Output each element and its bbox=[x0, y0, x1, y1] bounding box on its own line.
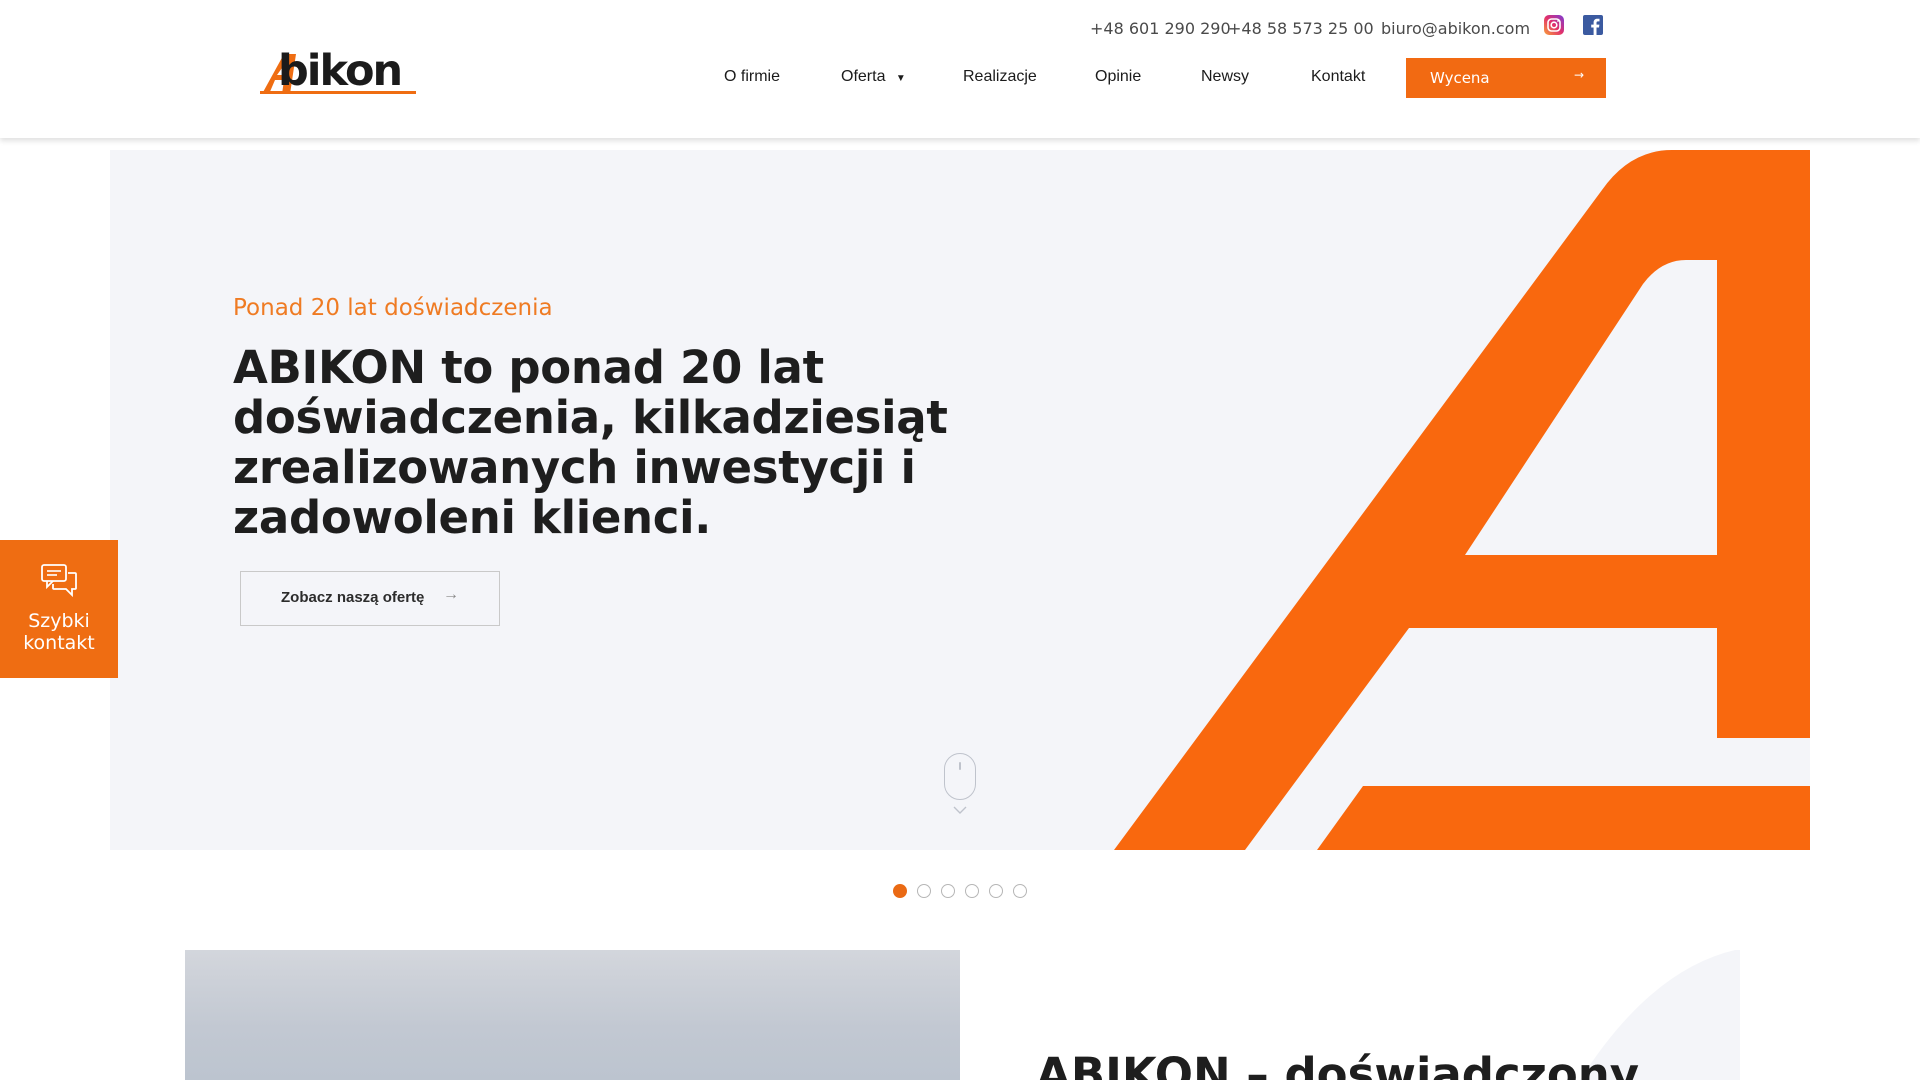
email-link[interactable]: biuro@abikon.com bbox=[1381, 19, 1530, 38]
slider-dot-4[interactable] bbox=[965, 884, 979, 898]
section-title: ABIKON – doświadczony bbox=[1036, 1048, 1640, 1080]
instagram-icon[interactable] bbox=[1544, 15, 1564, 35]
slider-dot-5[interactable] bbox=[989, 884, 1003, 898]
wycena-button[interactable]: Wycena → bbox=[1406, 58, 1606, 98]
quick-contact-button[interactable]: Szybki kontakt bbox=[0, 540, 118, 678]
chat-bubbles-icon bbox=[41, 564, 77, 598]
quick-contact-label: Szybki kontakt bbox=[0, 610, 118, 654]
nav-opinie[interactable]: Opinie bbox=[1095, 68, 1141, 86]
phone-1[interactable]: +48 601 290 290 bbox=[1090, 19, 1231, 38]
logo-text: bikon bbox=[278, 46, 403, 96]
section-photo bbox=[185, 950, 960, 1080]
site-header: bikon +48 601 290 290 +48 58 573 25 00 b… bbox=[0, 0, 1920, 138]
chevron-down-icon bbox=[953, 806, 967, 814]
nav-newsy[interactable]: Newsy bbox=[1201, 68, 1249, 86]
see-offer-button[interactable]: Zobacz naszą ofertę → bbox=[240, 571, 500, 626]
arrow-right-icon: → bbox=[443, 586, 459, 603]
nav-realizacje[interactable]: Realizacje bbox=[963, 68, 1037, 86]
quick-contact-line1: Szybki bbox=[28, 610, 90, 632]
slider-dot-6[interactable] bbox=[1013, 884, 1027, 898]
wycena-label: Wycena bbox=[1430, 69, 1490, 87]
scroll-wheel bbox=[959, 762, 961, 770]
slider-dot-3[interactable] bbox=[941, 884, 955, 898]
phone-2[interactable]: +48 58 573 25 00 bbox=[1228, 19, 1374, 38]
slider-dot-1[interactable] bbox=[893, 884, 907, 898]
nav-kontakt[interactable]: Kontakt bbox=[1311, 68, 1365, 86]
abikon-logo[interactable]: bikon bbox=[260, 46, 416, 96]
facebook-icon[interactable] bbox=[1583, 15, 1603, 35]
nav-o-firmie[interactable]: O firmie bbox=[724, 68, 780, 86]
chevron-down-icon: ▼ bbox=[895, 73, 906, 84]
quick-contact-line2: kontakt bbox=[23, 632, 95, 654]
hero-eyebrow: Ponad 20 lat doświadczenia bbox=[233, 295, 553, 321]
see-offer-label: Zobacz naszą ofertę bbox=[281, 589, 425, 606]
nav-oferta[interactable]: Oferta ▼ bbox=[841, 68, 906, 86]
scroll-mouse-icon[interactable] bbox=[944, 753, 976, 800]
hero-slider: Ponad 20 lat doświadczenia ABIKON to pon… bbox=[110, 150, 1810, 850]
slider-dot-2[interactable] bbox=[917, 884, 931, 898]
hero-title: ABIKON to ponad 20 lat doświadczenia, ki… bbox=[233, 341, 948, 544]
nav-oferta-label: Oferta bbox=[841, 68, 886, 85]
arrow-right-icon: → bbox=[1573, 68, 1584, 82]
